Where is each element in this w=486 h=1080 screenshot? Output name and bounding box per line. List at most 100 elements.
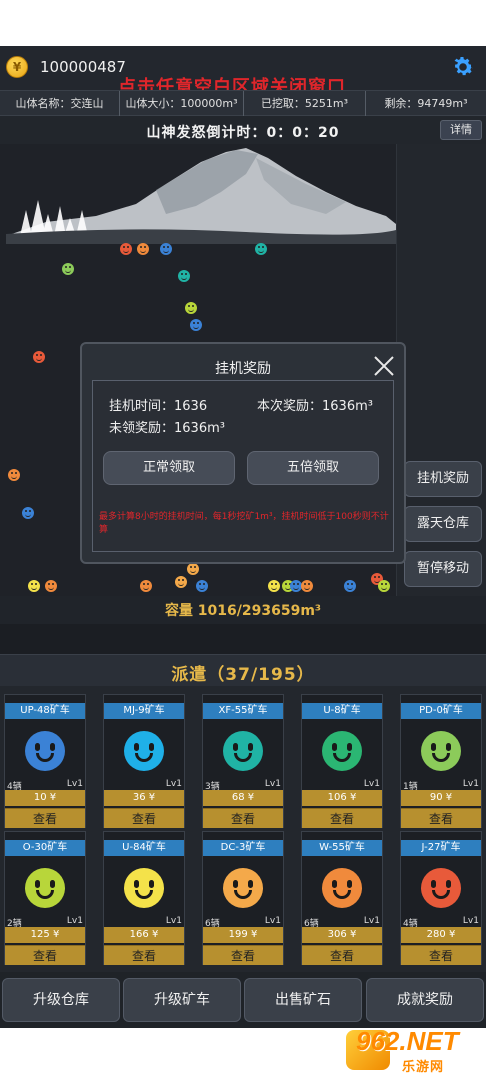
miner-icon (196, 580, 208, 592)
cart-level: Lv1 (462, 779, 479, 789)
spacer (0, 624, 486, 654)
coin-bar: ¥ 100000487 点击任意空白区域关闭窗口 (0, 46, 486, 98)
cart-price[interactable]: 306 ¥ (302, 927, 382, 943)
miner-icon (45, 580, 57, 592)
cart-view-button[interactable]: 查看 (302, 808, 382, 828)
cart-level: Lv1 (264, 779, 281, 789)
upgrade-cart-button[interactable]: 升级矿车 (123, 978, 241, 1022)
watermark-text: 962.NET (356, 1026, 459, 1056)
open-warehouse-button[interactable]: 露天仓库 (404, 506, 482, 542)
smiley-icon (124, 868, 164, 908)
miner-icon (378, 580, 390, 592)
cart-card: DC-3矿车 6辆 Lv1 199 ¥ 查看 (202, 831, 284, 965)
cart-name: J-27矿车 (401, 840, 481, 856)
cart-name: UP-48矿车 (5, 703, 85, 719)
cart-grid: UP-48矿车 4辆 Lv1 10 ¥ 查看 MJ-9矿车 Lv1 36 ¥ 查… (0, 686, 486, 972)
mountain-illustration (6, 148, 396, 244)
miner-icon (8, 469, 20, 481)
cart-price[interactable]: 280 ¥ (401, 927, 481, 943)
idle-reward-dialog: 挂机奖励 挂机时间：1636 本次奖励：1636m³ 未领奖励：1636m³ 正… (80, 342, 406, 564)
miner-icon (344, 580, 356, 592)
cart-card: MJ-9矿车 Lv1 36 ¥ 查看 (103, 694, 185, 828)
cart-level: Lv1 (66, 779, 83, 789)
cart-price[interactable]: 166 ¥ (104, 927, 184, 943)
cart-price[interactable]: 199 ¥ (203, 927, 283, 943)
cart-card: XF-55矿车 3辆 Lv1 68 ¥ 查看 (202, 694, 284, 828)
dialog-body: 挂机时间：1636 本次奖励：1636m³ 未领奖励：1636m³ 正常领取 五… (92, 380, 394, 552)
rage-countdown: 山神发怒倒计时：0：0：20 (146, 125, 340, 141)
cart-name: XF-55矿车 (203, 703, 283, 719)
smiley-icon (124, 731, 164, 771)
cart-card: O-30矿车 2辆 Lv1 125 ¥ 查看 (4, 831, 86, 965)
dispatch-title: 派遣（37/195） (171, 665, 315, 685)
dispatch-header: 派遣（37/195） (0, 654, 486, 686)
miner-icon (140, 580, 152, 592)
mined-amount: 已挖取：5251m³ (244, 91, 366, 117)
cart-card: PD-0矿车 1辆 Lv1 90 ¥ 查看 (400, 694, 482, 828)
cart-view-button[interactable]: 查看 (5, 945, 85, 965)
cart-view-button[interactable]: 查看 (401, 945, 481, 965)
cart-view-button[interactable]: 查看 (104, 945, 184, 965)
cart-level: Lv1 (363, 779, 380, 789)
dialog-title: 挂机奖励 (215, 361, 271, 377)
miner-icon (187, 563, 199, 575)
gear-icon[interactable] (450, 54, 476, 80)
cart-price[interactable]: 36 ¥ (104, 790, 184, 806)
cart-view-button[interactable]: 查看 (203, 808, 283, 828)
idle-reward-button[interactable]: 挂机奖励 (404, 461, 482, 497)
smiley-icon (223, 731, 263, 771)
capacity-bar: 容量 1016/293659m³ (0, 596, 486, 624)
mountain-name: 山体名称：交连山 (0, 91, 120, 117)
miner-icon (22, 507, 34, 519)
miner-icon (255, 243, 267, 255)
detail-button[interactable]: 详情 (440, 120, 482, 140)
miner-icon (301, 580, 313, 592)
sell-ore-button[interactable]: 出售矿石 (244, 978, 362, 1022)
status-bar-area (0, 0, 486, 46)
cart-level: Lv1 (66, 916, 83, 926)
miner-icon (33, 351, 45, 363)
cart-price[interactable]: 68 ¥ (203, 790, 283, 806)
smiley-icon (322, 868, 362, 908)
cart-name: PD-0矿车 (401, 703, 481, 719)
smiley-icon (421, 868, 461, 908)
upgrade-warehouse-button[interactable]: 升级仓库 (2, 978, 120, 1022)
smiley-icon (25, 868, 65, 908)
cart-card: J-27矿车 4辆 Lv1 280 ¥ 查看 (400, 831, 482, 965)
cart-price[interactable]: 10 ¥ (5, 790, 85, 806)
five-times-claim-button[interactable]: 五倍领取 (247, 451, 379, 485)
cart-view-button[interactable]: 查看 (302, 945, 382, 965)
smiley-icon (25, 731, 65, 771)
cart-view-button[interactable]: 查看 (401, 808, 481, 828)
miner-icon (268, 580, 280, 592)
coin-balance: 100000487 (40, 58, 126, 76)
smiley-icon (322, 731, 362, 771)
pause-move-button[interactable]: 暂停移动 (404, 551, 482, 587)
cart-level: Lv1 (462, 916, 479, 926)
miner-icon (190, 319, 202, 331)
coin-icon: ¥ (6, 56, 28, 78)
cart-card: W-55矿车 6辆 Lv1 306 ¥ 查看 (301, 831, 383, 965)
cart-view-button[interactable]: 查看 (5, 808, 85, 828)
cart-view-button[interactable]: 查看 (203, 945, 283, 965)
mountain-info-bar: 山体名称：交连山 山体大小：100000m³ 已挖取：5251m³ 剩余：947… (0, 90, 486, 117)
miner-icon (160, 243, 172, 255)
cart-price[interactable]: 90 ¥ (401, 790, 481, 806)
achievement-reward-button[interactable]: 成就奖励 (366, 978, 484, 1022)
miner-icon (185, 302, 197, 314)
cart-name: W-55矿车 (302, 840, 382, 856)
cart-level: Lv1 (363, 916, 380, 926)
cart-name: U-84矿车 (104, 840, 184, 856)
watermark-subtext: 乐游网 (402, 1060, 445, 1075)
cart-level: Lv1 (165, 779, 182, 789)
rage-countdown-bar: 山神发怒倒计时：0：0：20 详情 (0, 116, 486, 144)
watermark-logo: 962.NET 乐游网 (346, 1026, 482, 1076)
cart-price[interactable]: 106 ¥ (302, 790, 382, 806)
cart-card: UP-48矿车 4辆 Lv1 10 ¥ 查看 (4, 694, 86, 828)
close-icon[interactable] (372, 354, 396, 378)
normal-claim-button[interactable]: 正常领取 (103, 451, 235, 485)
cart-view-button[interactable]: 查看 (104, 808, 184, 828)
cart-name: MJ-9矿车 (104, 703, 184, 719)
cart-name: U-8矿车 (302, 703, 382, 719)
cart-price[interactable]: 125 ¥ (5, 927, 85, 943)
